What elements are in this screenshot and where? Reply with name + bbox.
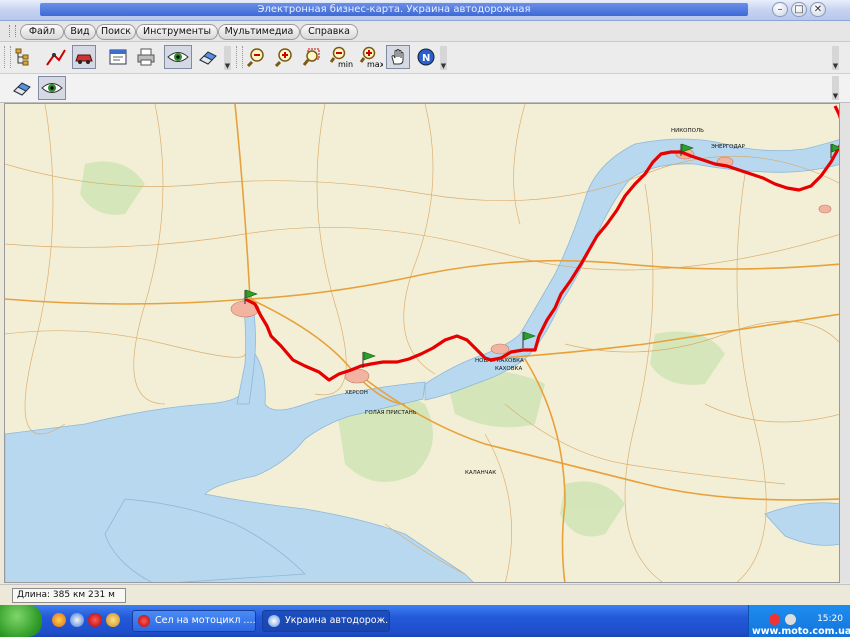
zoom-in-button[interactable] <box>272 45 296 69</box>
map-view[interactable]: ХЕРСОН НИКОПОЛЬ ЭНЕРГОДАР КАХОВКА НОВАЯ … <box>4 103 840 583</box>
zoom-max-label: max <box>367 60 383 68</box>
tray-network-icon[interactable] <box>785 614 796 625</box>
north-label: N <box>422 53 430 64</box>
status-bar: Длина: 385 км 231 м <box>0 584 850 605</box>
menu-grip <box>9 25 16 37</box>
taskbar-item-map-app[interactable]: Украина автодорож... <box>262 610 390 632</box>
printer-icon <box>137 48 155 66</box>
start-button[interactable] <box>0 605 42 637</box>
hand-icon <box>391 49 404 65</box>
layers-tree-button[interactable] <box>12 45 36 69</box>
pan-button[interactable] <box>386 45 410 69</box>
zoom-min-icon: min <box>329 46 353 68</box>
route-icon <box>46 49 66 66</box>
maximize-button[interactable]: □ <box>791 2 807 17</box>
label-kherson: ХЕРСОН <box>345 390 368 396</box>
title-track: Электронная бизнес-карта. Украина автодо… <box>40 3 748 16</box>
quicklaunch-browser-icon[interactable] <box>70 613 84 627</box>
zoom-area-icon <box>302 48 320 66</box>
toolbar-overflow-3[interactable]: ▼ <box>832 46 839 70</box>
menu-view[interactable]: Вид <box>64 24 96 40</box>
menu-bar: Файл Вид Поиск Инструменты Мультимедиа С… <box>0 21 850 42</box>
visibility-button[interactable] <box>38 76 66 100</box>
toolbar-grip[interactable] <box>4 46 11 68</box>
zoom-min-button[interactable]: min <box>328 45 354 69</box>
zoom-min-label: min <box>338 60 353 68</box>
window-title: Электронная бизнес-карта. Украина автодо… <box>257 4 531 15</box>
clock: 15:20 <box>817 614 843 624</box>
zoom-in-icon <box>274 48 292 67</box>
label-golaya-pristan: ГОЛАЯ ПРИСТАНЬ <box>365 410 417 416</box>
eraser-button[interactable] <box>196 45 220 69</box>
vertical-scrollbar[interactable] <box>840 103 850 583</box>
quicklaunch-firefox-icon[interactable] <box>52 613 66 627</box>
toolbar-overflow-2[interactable]: ▼ <box>440 46 447 70</box>
vehicle-route-button[interactable] <box>72 45 96 69</box>
quicklaunch-folder-icon[interactable] <box>106 613 120 627</box>
title-bar[interactable]: Электронная бизнес-карта. Украина автодо… <box>0 0 850 21</box>
north-button[interactable]: N <box>414 45 438 69</box>
label-kalanchak: КАЛАНЧАК <box>465 470 496 476</box>
application-window: Электронная бизнес-карта. Украина автодо… <box>0 0 850 637</box>
quicklaunch-opera-icon[interactable] <box>88 613 102 627</box>
zoom-out-button[interactable] <box>244 45 268 69</box>
window-icon <box>109 49 127 65</box>
menu-tools[interactable]: Инструменты <box>136 24 218 40</box>
route-length-readout: Длина: 385 км 231 м <box>12 588 126 603</box>
eye-icon <box>41 83 63 93</box>
zoom-out-icon <box>246 48 264 67</box>
menu-help[interactable]: Справка <box>300 24 358 40</box>
car-icon <box>75 54 93 64</box>
zoom-area-button[interactable] <box>300 45 324 69</box>
view-layers-button[interactable] <box>164 45 192 69</box>
taskbar-item-browser[interactable]: Сел на мотоцикл ........ <box>132 610 256 632</box>
compass-icon: N <box>417 48 435 66</box>
windows-taskbar: Сел на мотоцикл ........ Украина автодор… <box>0 605 850 637</box>
close-button[interactable]: ✕ <box>810 2 826 17</box>
toolbar-grip-2[interactable] <box>236 46 243 68</box>
toolbar2-overflow[interactable]: ▼ <box>832 76 839 100</box>
layers-toolbar: ▼ <box>0 74 850 103</box>
eye-icon <box>167 52 189 62</box>
clear-button[interactable] <box>10 76 34 100</box>
print-button[interactable] <box>134 45 158 69</box>
taskbar-item-label: Украина автодорож... <box>285 615 390 626</box>
minimize-button[interactable]: – <box>772 2 788 17</box>
main-toolbar: ▼ min max N ▼ ▼ <box>0 42 850 74</box>
label-energodar: ЭНЕРГОДАР <box>711 144 746 150</box>
zoom-max-button[interactable]: max <box>358 45 384 69</box>
eraser-icon <box>13 82 31 96</box>
map-app-icon <box>268 615 280 627</box>
eraser-icon <box>199 51 217 65</box>
tray-antivirus-icon[interactable] <box>769 614 780 625</box>
properties-button[interactable] <box>106 45 130 69</box>
menu-search[interactable]: Поиск <box>96 24 136 40</box>
menu-file[interactable]: Файл <box>20 24 64 40</box>
label-nikopol: НИКОПОЛЬ <box>671 128 704 134</box>
taskbar-item-label: Сел на мотоцикл ........ <box>155 615 256 626</box>
menu-multimedia[interactable]: Мультимедиа <box>218 24 300 40</box>
watermark: www.moto.com.ua <box>752 626 850 637</box>
opera-icon <box>138 615 150 627</box>
zoom-max-icon: max <box>359 46 383 68</box>
route-button[interactable] <box>44 45 68 69</box>
layers-tree-icon <box>15 48 29 66</box>
map-canvas[interactable]: ХЕРСОН НИКОПОЛЬ ЭНЕРГОДАР КАХОВКА НОВАЯ … <box>5 104 840 583</box>
toolbar-overflow[interactable]: ▼ <box>224 46 231 70</box>
label-kakhovka: КАХОВКА <box>495 366 522 372</box>
